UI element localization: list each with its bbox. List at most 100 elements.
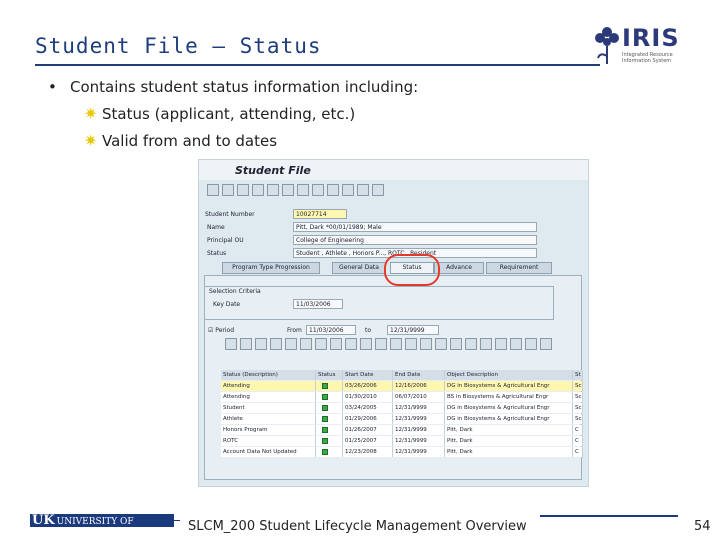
grid-button-icon[interactable] — [330, 338, 342, 350]
grid-button-icon[interactable] — [240, 338, 252, 350]
toolbar-button-icon[interactable] — [357, 184, 369, 196]
sub-bullet-2: ✷ Valid from and to dates — [84, 131, 278, 150]
table-cell: Sc — [573, 392, 583, 402]
grid-button-icon[interactable] — [540, 338, 552, 350]
grid-button-icon[interactable] — [375, 338, 387, 350]
period-checkbox[interactable]: ☑ Period — [208, 327, 234, 334]
grid-button-icon[interactable] — [225, 338, 237, 350]
toolbar-button-icon[interactable] — [327, 184, 339, 196]
table-cell: Athlete — [221, 414, 316, 424]
toolbar-button-icon[interactable] — [222, 184, 234, 196]
status-indicator-cell — [316, 403, 343, 413]
table-cell: 12/31/9999 — [393, 447, 445, 457]
table-cell: Attending — [221, 392, 316, 402]
table-cell: Pitt, Dark — [445, 425, 573, 435]
table-row[interactable]: Attending 01/30/2010 06/07/2010 BS in Biosy… — [221, 392, 583, 402]
toolbar-button-icon[interactable] — [297, 184, 309, 196]
table-cell: C — [573, 447, 583, 457]
table-cell: Sc — [573, 414, 583, 424]
grid-button-icon[interactable] — [315, 338, 327, 350]
bullet-text: Contains student status information incl… — [70, 78, 419, 96]
footer-text: SLCM_200 Student Lifecycle Management Ov… — [188, 519, 527, 534]
grid-button-icon[interactable] — [270, 338, 282, 350]
from-date-field[interactable]: 11/03/2006 — [306, 325, 356, 335]
table-row[interactable]: ROTC 01/25/2007 12/31/9999 Pitt, Dark C — [221, 436, 583, 446]
grid-button-icon[interactable] — [255, 338, 267, 350]
status-indicator-cell — [316, 425, 343, 435]
green-status-icon — [322, 437, 328, 444]
table-row[interactable]: Honors Program 01/26/2007 12/31/9999 Pitt, … — [221, 425, 583, 435]
grid-button-icon[interactable] — [450, 338, 462, 350]
grid-button-icon[interactable] — [405, 338, 417, 350]
toolbar-button-icon[interactable] — [267, 184, 279, 196]
table-row[interactable]: Account Data Not Updated 12/23/2008 12/31/… — [221, 447, 583, 457]
tab-program-type-progression[interactable]: Program Type Progression — [222, 262, 320, 274]
grid-button-icon[interactable] — [480, 338, 492, 350]
column-header[interactable]: Object Description — [445, 370, 573, 380]
table-cell: DG in Biosystems & Agricultural Engr — [445, 414, 573, 424]
column-header[interactable]: Status — [316, 370, 343, 380]
toolbar-button-icon[interactable] — [252, 184, 264, 196]
table-cell: 12/31/9999 — [393, 425, 445, 435]
table-cell: Pitt, Dark — [445, 447, 573, 457]
table-cell: 06/07/2010 — [393, 392, 445, 402]
column-header[interactable]: End Date — [393, 370, 445, 380]
column-header[interactable]: Start Date — [343, 370, 393, 380]
table-row[interactable]: Student 03/24/2005 12/31/9999 DG in Biosyst… — [221, 403, 583, 413]
table-cell: Sc — [573, 403, 583, 413]
title-underline — [35, 64, 600, 66]
grid-button-icon[interactable] — [345, 338, 357, 350]
toolbar-button-icon[interactable] — [312, 184, 324, 196]
green-status-icon — [322, 393, 328, 400]
toolbar-button-icon[interactable] — [237, 184, 249, 196]
toolbar-button-icon[interactable] — [207, 184, 219, 196]
status-indicator-cell — [316, 436, 343, 446]
table-cell: 12/31/9999 — [393, 403, 445, 413]
to-date-field[interactable]: 12/31/9999 — [387, 325, 439, 335]
grid-button-icon[interactable] — [300, 338, 312, 350]
status-indicator-cell — [316, 447, 343, 457]
column-header[interactable]: Status (Description) — [221, 370, 316, 380]
toolbar-button-icon[interactable] — [372, 184, 384, 196]
grid-button-icon[interactable] — [525, 338, 537, 350]
status-tab-highlight-circle — [384, 254, 440, 286]
sub-bullet-1: ✷ Status (applicant, attending, etc.) — [84, 104, 356, 123]
status-indicator-cell — [316, 392, 343, 402]
key-date-field[interactable]: 11/03/2006 — [293, 299, 343, 309]
uk-logo: UK UNIVERSITY OF KENTUCKY — [30, 514, 174, 540]
green-status-icon — [322, 426, 328, 433]
tab-advance[interactable]: Advance — [434, 262, 484, 274]
table-row[interactable]: Attending 03/26/2006 12/16/2006 DG in Biosy… — [221, 381, 583, 391]
table-cell: C — [573, 425, 583, 435]
grid-button-icon[interactable] — [435, 338, 447, 350]
grid-header-row: Status (Description) Status Start Date E… — [221, 370, 583, 380]
slide-title: Student File – Status — [35, 34, 322, 58]
student-number-field[interactable]: 10027714 — [293, 209, 347, 219]
sap-window-title: Student File — [235, 164, 311, 177]
table-row[interactable]: Athlete 01/29/2006 12/31/9999 DG in Biosyst… — [221, 414, 583, 424]
grid-button-icon[interactable] — [495, 338, 507, 350]
toolbar-button-icon[interactable] — [342, 184, 354, 196]
principal-ou-field: College of Engineering — [293, 235, 537, 245]
green-status-icon — [322, 448, 328, 455]
status-indicator-cell — [316, 414, 343, 424]
tab-requirement[interactable]: Requirement — [486, 262, 552, 274]
table-cell: DG in Biosystems & Agricultural Engr — [445, 403, 573, 413]
grid-button-icon[interactable] — [285, 338, 297, 350]
grid-button-icon[interactable] — [465, 338, 477, 350]
grid-toolbar — [225, 338, 552, 352]
green-status-icon — [322, 415, 328, 422]
toolbar-button-icon[interactable] — [282, 184, 294, 196]
key-date-label: Key Date — [213, 301, 241, 308]
table-cell: DG in Biosystems & Agricultural Engr — [445, 381, 573, 391]
column-header[interactable]: St — [573, 370, 583, 380]
grid-button-icon[interactable] — [390, 338, 402, 350]
table-cell: 01/29/2006 — [343, 414, 393, 424]
tab-general-data[interactable]: General Data — [332, 262, 386, 274]
grid-button-icon[interactable] — [420, 338, 432, 350]
table-cell: 12/31/9999 — [393, 436, 445, 446]
grid-button-icon[interactable] — [360, 338, 372, 350]
table-cell: BS in Biosystems & Agricultural Engr — [445, 392, 573, 402]
star-bullet-icon: ✷ — [84, 131, 98, 150]
grid-button-icon[interactable] — [510, 338, 522, 350]
